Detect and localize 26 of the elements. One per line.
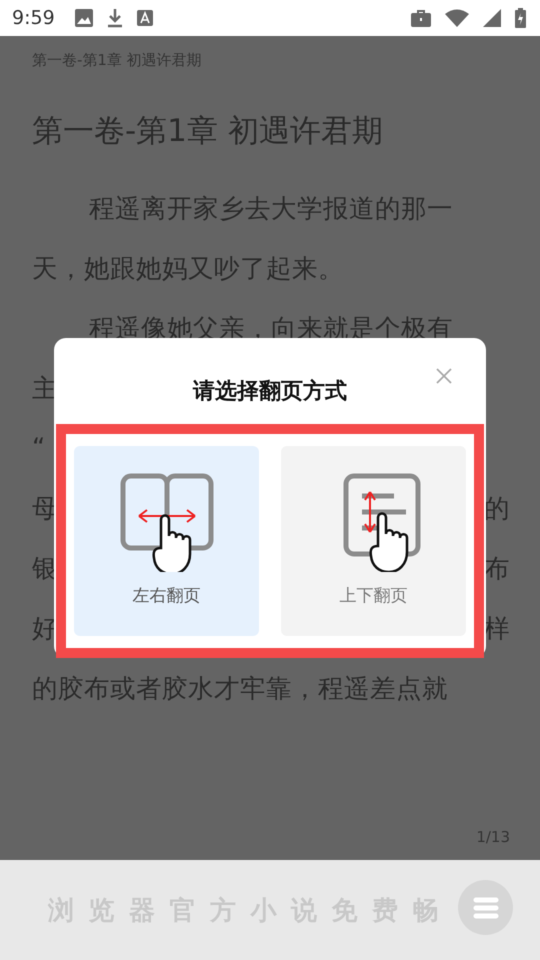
body-text: 程遥离开家乡去大学报道的那一 [89, 192, 453, 226]
body-text: 的胶布或者胶水才牢靠，程遥差点就 [32, 672, 448, 706]
image-icon [74, 9, 93, 27]
body-text: 天，她跟她妈又吵了起来。 [32, 252, 344, 286]
briefcase-icon [411, 9, 431, 27]
body-text: 主 [32, 372, 58, 406]
page-turn-option[interactable]: 左右翻页 [74, 446, 259, 636]
wifi-icon [445, 9, 469, 27]
body-text: 母 [32, 492, 58, 526]
body-text: 银 [32, 552, 58, 586]
battery-charging-icon [515, 8, 526, 28]
signal-icon [483, 9, 501, 27]
status-time: 9:59 [12, 7, 55, 29]
menu-icon [472, 896, 498, 918]
dialog-title: 请选择翻页方式 [193, 378, 347, 406]
font-icon [136, 10, 153, 26]
body-text: 样 [484, 612, 510, 646]
body-text: 的 [484, 492, 510, 526]
download-icon [106, 8, 123, 28]
body-text: 布 [484, 552, 510, 586]
chapter-title: 第一卷-第1章 初遇许君期 [32, 112, 383, 151]
close-icon [434, 366, 454, 386]
close-button[interactable] [434, 366, 454, 386]
page-turn-option[interactable]: 上下翻页 [281, 446, 466, 636]
body-text: “ [32, 433, 46, 463]
body-text: 好 [32, 612, 58, 646]
